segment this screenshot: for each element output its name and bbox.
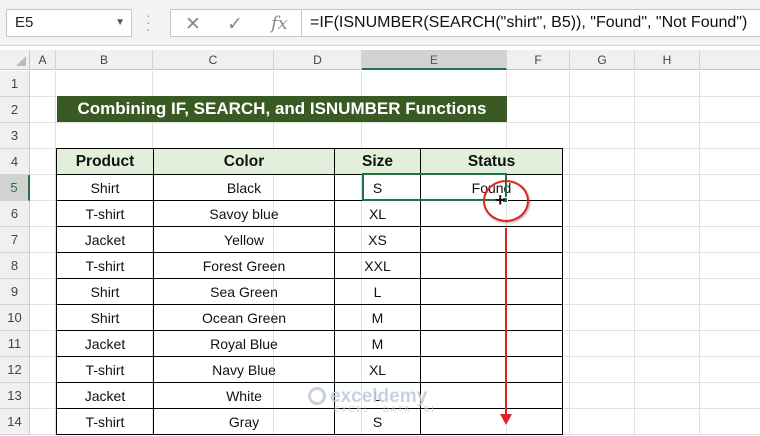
cell-product[interactable]: T-shirt <box>56 252 154 279</box>
row-header-1[interactable]: 1 <box>0 71 30 97</box>
check-icon[interactable]: ✓ <box>227 13 243 36</box>
cell-size[interactable]: XL <box>334 356 421 383</box>
cell-status[interactable] <box>420 382 563 409</box>
name-box[interactable]: E5 ▼ <box>6 9 132 37</box>
column-header-f[interactable]: F <box>507 50 570 70</box>
cell-status[interactable] <box>420 278 563 305</box>
gridline <box>569 71 570 436</box>
name-box-value: E5 <box>15 14 34 31</box>
row-header-14[interactable]: 14 <box>0 409 30 435</box>
watermark-icon <box>308 387 326 405</box>
row-header-13[interactable]: 13 <box>0 383 30 409</box>
cell-color[interactable]: Ocean Green <box>153 304 335 331</box>
table-row: Shirt Sea Green L <box>56 278 563 305</box>
header-product[interactable]: Product <box>56 148 154 175</box>
cell-product[interactable]: Shirt <box>56 174 154 201</box>
cell-product[interactable]: Jacket <box>56 382 154 409</box>
drag-arrow-head <box>500 414 512 425</box>
highlight-circle <box>483 180 529 222</box>
cell-status[interactable] <box>420 330 563 357</box>
gridline <box>634 71 635 436</box>
cell-status[interactable] <box>420 226 563 253</box>
table-row: T-shirt Navy Blue XL <box>56 356 563 383</box>
chevron-down-icon[interactable]: ▼ <box>115 10 125 36</box>
row-header-3[interactable]: 3 <box>0 123 30 149</box>
header-size[interactable]: Size <box>334 148 421 175</box>
cell-size[interactable]: S <box>334 174 421 201</box>
cancel-icon[interactable]: ✕ <box>185 13 201 36</box>
column-header-b[interactable]: B <box>56 50 153 70</box>
formula-bar: E5 ▼ · · · ✕ ✓ fx =IF(ISNUMBER(SEARCH("shi… <box>0 0 760 46</box>
cell-color[interactable]: Navy Blue <box>153 356 335 383</box>
cell-size[interactable]: L <box>334 278 421 305</box>
table-row: Jacket Yellow XS <box>56 226 563 253</box>
column-header-h[interactable]: H <box>635 50 700 70</box>
cell-product[interactable]: T-shirt <box>56 356 154 383</box>
cell-status[interactable] <box>420 252 563 279</box>
cell-size[interactable]: M <box>334 304 421 331</box>
cell-product[interactable]: Jacket <box>56 226 154 253</box>
cell-color[interactable]: Royal Blue <box>153 330 335 357</box>
row-header-4[interactable]: 4 <box>0 149 30 175</box>
row-header-9[interactable]: 9 <box>0 279 30 305</box>
cell-product[interactable]: Shirt <box>56 278 154 305</box>
cell-size[interactable]: XXL <box>334 252 421 279</box>
table-row: T-shirt Forest Green XXL <box>56 252 563 279</box>
cell-product[interactable]: Shirt <box>56 304 154 331</box>
sheet-title[interactable]: Combining IF, SEARCH, and ISNUMBER Funct… <box>57 96 507 122</box>
row-header-12[interactable]: 12 <box>0 357 30 383</box>
table-header-row: Product Color Size Status <box>56 148 563 175</box>
drag-arrow-line <box>505 228 507 416</box>
column-header-e[interactable]: E <box>362 50 507 70</box>
select-all-button[interactable] <box>0 50 30 70</box>
column-header-a[interactable]: A <box>30 50 56 70</box>
cell-status[interactable] <box>420 408 563 435</box>
row-header-7[interactable]: 7 <box>0 227 30 253</box>
table-row: Jacket Royal Blue M <box>56 330 563 357</box>
row-header-8[interactable]: 8 <box>0 253 30 279</box>
column-header-c[interactable]: C <box>153 50 274 70</box>
row-header-10[interactable]: 10 <box>0 305 30 331</box>
cell-size[interactable]: XL <box>334 200 421 227</box>
cell-product[interactable]: Jacket <box>56 330 154 357</box>
table-row: Shirt Ocean Green M <box>56 304 563 331</box>
cell-color[interactable]: Yellow <box>153 226 335 253</box>
cell-color[interactable]: Sea Green <box>153 278 335 305</box>
gridline <box>699 71 700 436</box>
cell-color[interactable]: Savoy blue <box>153 200 335 227</box>
column-header-d[interactable]: D <box>274 50 362 70</box>
cell-color[interactable]: Black <box>153 174 335 201</box>
cell-status[interactable] <box>420 356 563 383</box>
row-header-5[interactable]: 5 <box>0 175 30 201</box>
cell-size[interactable]: XS <box>334 226 421 253</box>
crosshair-cursor-icon: + <box>495 190 506 210</box>
cell-product[interactable]: T-shirt <box>56 408 154 435</box>
row-header-11[interactable]: 11 <box>0 331 30 357</box>
cell-status[interactable] <box>420 304 563 331</box>
header-status[interactable]: Status <box>420 148 563 175</box>
formula-input[interactable]: =IF(ISNUMBER(SEARCH("shirt", B5)), "Foun… <box>302 9 760 37</box>
row-header-2[interactable]: 2 <box>0 97 30 123</box>
watermark-logo: exceldemy EXCEL · DATA · BI <box>308 386 435 414</box>
row-header-6[interactable]: 6 <box>0 201 30 227</box>
insert-function-icon[interactable]: fx <box>271 13 288 34</box>
drag-handle-icon[interactable]: · · · <box>146 8 151 36</box>
cell-color[interactable]: Forest Green <box>153 252 335 279</box>
header-color[interactable]: Color <box>153 148 335 175</box>
cell-size[interactable]: M <box>334 330 421 357</box>
formula-buttons: ✕ ✓ fx <box>170 9 302 37</box>
column-header-g[interactable]: G <box>570 50 635 70</box>
cell-product[interactable]: T-shirt <box>56 200 154 227</box>
